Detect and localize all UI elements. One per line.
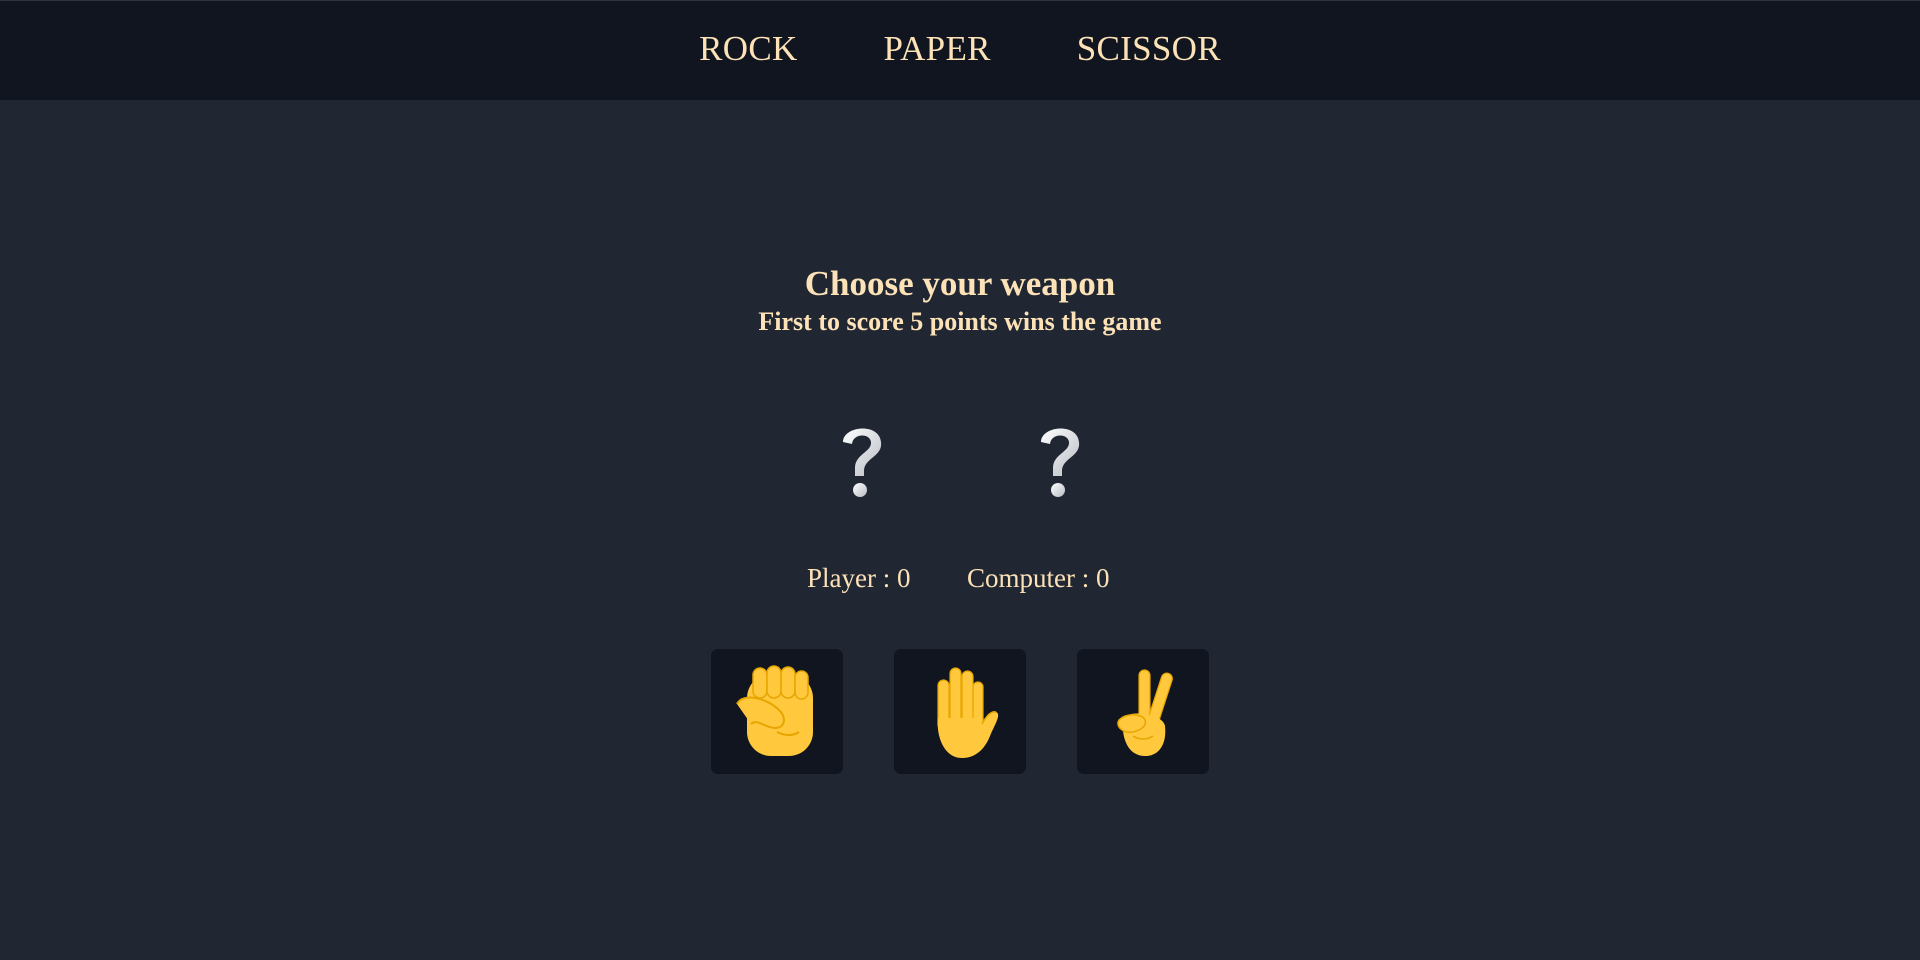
computer-score: Computer : 0 xyxy=(967,563,1110,593)
raised-fist-icon xyxy=(736,664,813,756)
rock-button[interactable] xyxy=(711,649,843,774)
paper-button[interactable] xyxy=(894,649,1026,774)
raised-hand-icon xyxy=(937,666,999,758)
computer-choice-question-mark-icon xyxy=(1019,418,1099,508)
top-nav: ROCK PAPER SCISSOR xyxy=(0,0,1920,100)
nav-item-rock[interactable]: ROCK xyxy=(699,29,797,69)
nav-item-scissor[interactable]: SCISSOR xyxy=(1077,29,1221,69)
page-subtitle: First to score 5 points wins the game xyxy=(758,307,1162,336)
page-title: Choose your weapon xyxy=(804,264,1116,303)
player-score: Player : 0 xyxy=(807,563,911,593)
nav-item-paper[interactable]: PAPER xyxy=(884,29,991,69)
scissor-button[interactable] xyxy=(1077,649,1209,774)
player-choice-question-mark-icon xyxy=(821,418,901,508)
victory-hand-icon xyxy=(1117,668,1173,756)
